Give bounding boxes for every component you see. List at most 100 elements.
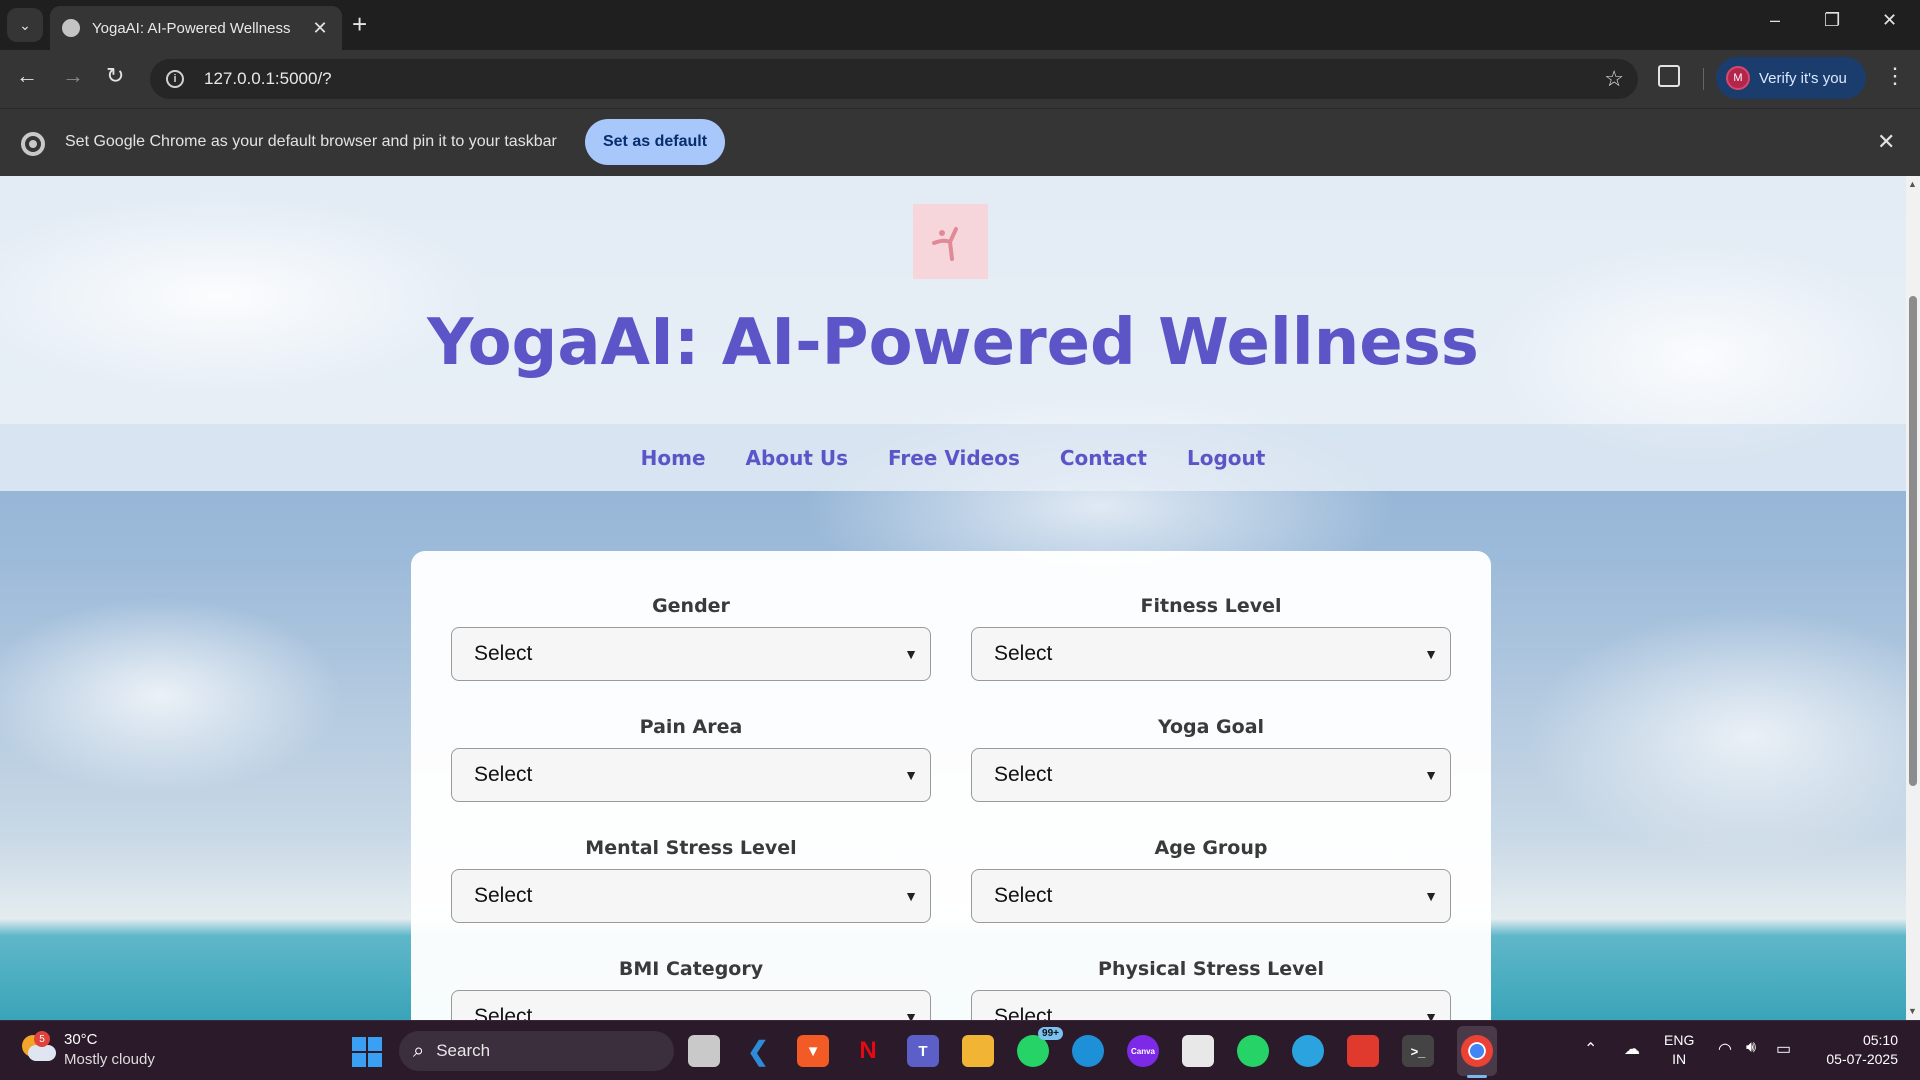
forward-icon[interactable]: → [62,64,84,88]
wifi-icon[interactable]: ◠ [1718,1039,1732,1059]
teams-icon[interactable]: T [907,1035,939,1067]
field-label: Fitness Level [1140,595,1282,617]
verify-label: Verify it's you [1759,69,1847,87]
chevron-down-icon: ▼ [904,767,918,783]
chevron-down-icon: ▼ [1424,646,1438,662]
scrollbar-thumb[interactable] [1909,296,1917,786]
field-label: Mental Stress Level [585,837,797,859]
gender-field: Gender Select ▼ [451,595,931,681]
set-default-button[interactable]: Set as default [585,119,725,165]
weather-temperature[interactable]: 30°C [64,1031,98,1048]
clock-time: 05:10 [1862,1032,1898,1048]
clock[interactable]: 05:10 05-07-2025 [1814,1031,1898,1069]
fitness-level-select[interactable]: Select ▼ [971,627,1451,681]
page-viewport: YogaAI: AI-Powered Wellness Home About U… [0,176,1906,1020]
info-icon[interactable]: i [166,70,184,88]
chevron-down-icon: ▼ [1424,767,1438,783]
whatsapp-desktop-icon[interactable] [1237,1035,1269,1067]
weather-icon[interactable]: 5 [22,1031,56,1063]
url-text[interactable]: 127.0.0.1:5000/? [204,69,332,89]
language-line1: ENG [1664,1032,1695,1048]
task-view-icon[interactable] [688,1035,720,1067]
clock-date: 05-07-2025 [1826,1051,1898,1067]
mental-stress-select[interactable]: Select ▼ [451,869,931,923]
bmi-category-select[interactable]: Select ▼ [451,990,931,1020]
extensions-icon[interactable] [1658,65,1680,87]
taskbar: 5 30°C Mostly cloudy ⌕ Search ❮ ▼ N T 99… [0,1020,1920,1080]
windows-start-icon[interactable] [352,1037,382,1067]
office-icon[interactable] [1347,1035,1379,1067]
back-icon[interactable]: ← [16,64,38,88]
weather-description[interactable]: Mostly cloudy [64,1051,155,1068]
edge-icon[interactable] [1072,1035,1104,1067]
nav-contact[interactable]: Contact [1060,446,1147,470]
chevron-down-icon: ▼ [1424,1009,1438,1020]
verify-profile-button[interactable]: M Verify it's you [1716,57,1866,99]
nav-about-us[interactable]: About Us [746,446,848,470]
field-label: BMI Category [618,958,764,980]
infobar-close-icon[interactable]: ✕ [1877,129,1895,155]
globe-icon [62,19,80,37]
canva-icon[interactable]: Canva [1127,1035,1159,1067]
file-explorer-icon[interactable] [962,1035,994,1067]
scroll-up-icon[interactable]: ▲ [1908,179,1917,189]
volume-icon[interactable]: 🔊︎ [1746,1039,1756,1057]
tab-title: YogaAI: AI-Powered Wellness [92,19,291,37]
menu-icon[interactable]: ⋮ [1884,63,1906,89]
onedrive-icon[interactable]: ☁ [1624,1039,1640,1059]
chevron-up-icon[interactable]: ⌃ [1584,1039,1597,1059]
select-value: Select [994,884,1053,907]
telegram-icon[interactable] [1292,1035,1324,1067]
restore-icon[interactable]: ❐ [1824,10,1840,31]
pain-area-select[interactable]: Select ▼ [451,748,931,802]
battery-icon[interactable]: ▭ [1776,1039,1791,1059]
address-bar[interactable]: i 127.0.0.1:5000/? ☆ [150,59,1638,99]
brave-icon[interactable]: ▼ [797,1035,829,1067]
avatar: M [1726,66,1750,90]
tab-strip: ⌄ YogaAI: AI-Powered Wellness ✕ + – ❐ ✕ [0,0,1920,50]
physical-stress-select[interactable]: Select ▼ [971,990,1451,1020]
age-group-select[interactable]: Select ▼ [971,869,1451,923]
page-scrollbar[interactable]: ▲ ▼ [1906,176,1920,1020]
default-browser-infobar: Set Google Chrome as your default browse… [0,108,1920,176]
search-icon: ⌕ [413,1039,425,1062]
netflix-icon[interactable]: N [852,1035,884,1067]
bmi-category-field: BMI Category Select ▼ [451,958,931,1020]
close-tab-icon[interactable]: ✕ [310,18,330,39]
nav-home[interactable]: Home [641,446,706,470]
yoga-goal-select[interactable]: Select ▼ [971,748,1451,802]
scroll-down-icon[interactable]: ▼ [1908,1006,1917,1016]
select-value: Select [474,642,533,665]
pain-area-field: Pain Area Select ▼ [451,716,931,802]
select-value: Select [474,763,533,786]
yoga-logo-icon [913,204,988,279]
vscode-icon[interactable]: ❮ [742,1035,774,1067]
gender-select[interactable]: Select ▼ [451,627,931,681]
field-label: Pain Area [639,716,743,738]
chrome-taskbar-icon[interactable] [1461,1035,1493,1067]
fitness-level-field: Fitness Level Select ▼ [971,595,1451,681]
nav-logout[interactable]: Logout [1187,446,1265,470]
minimize-icon[interactable]: – [1770,10,1780,31]
reload-icon[interactable]: ↻ [106,64,124,88]
notepad-icon[interactable] [1182,1035,1214,1067]
tab-search-icon[interactable]: ⌄ [7,8,43,42]
chevron-down-icon: ▼ [904,646,918,662]
terminal-icon[interactable]: >_ [1402,1035,1434,1067]
language-indicator[interactable]: ENG IN [1664,1031,1694,1069]
active-tab[interactable]: YogaAI: AI-Powered Wellness ✕ [50,6,342,50]
field-label: Yoga Goal [1157,716,1265,738]
toolbar-divider [1703,68,1704,90]
star-icon[interactable]: ☆ [1604,66,1624,92]
field-label: Age Group [1154,837,1268,859]
field-label: Physical Stress Level [1098,958,1324,980]
nav-free-videos[interactable]: Free Videos [888,446,1020,470]
window-close-icon[interactable]: ✕ [1882,10,1897,31]
main-nav: Home About Us Free Videos Contact Logout [0,424,1906,491]
whatsapp-icon[interactable]: 99+ [1017,1027,1063,1067]
select-value: Select [994,1005,1053,1020]
new-tab-icon[interactable]: + [352,11,367,37]
taskbar-search[interactable]: ⌕ Search [399,1031,674,1071]
select-value: Select [994,763,1053,786]
chevron-down-icon: ▼ [1424,888,1438,904]
